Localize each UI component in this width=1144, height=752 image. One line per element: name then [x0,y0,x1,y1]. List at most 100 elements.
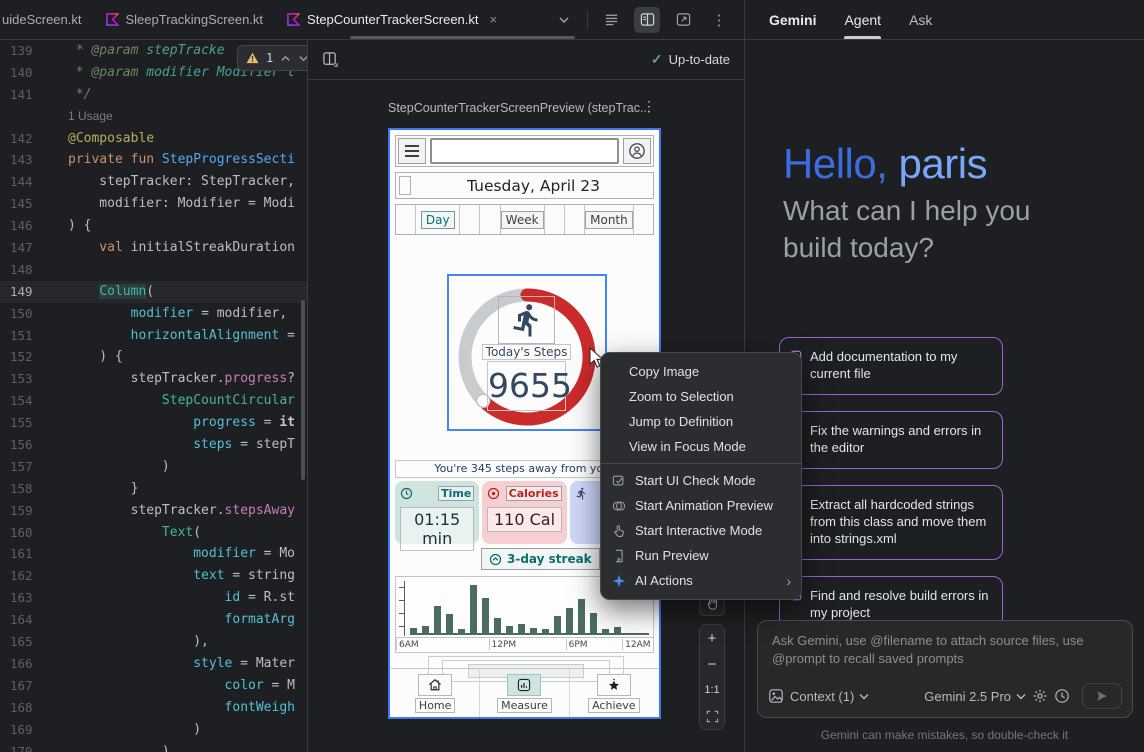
zoom-reset-button[interactable]: 1:1 [700,677,724,703]
menu-item-zoom-to-selection[interactable]: Zoom to Selection [601,384,801,409]
gemini-input-box[interactable]: Ask Gemini, use @filename to attach sour… [757,620,1133,718]
code-line[interactable]: 151 horizontalAlignment = [0,325,307,347]
code-line[interactable]: 162 text = string [0,565,307,587]
line-content: @Composable [42,128,154,150]
code-line[interactable]: 148 [0,259,307,281]
code-line[interactable]: 143private fun StepProgressSecti [0,149,307,171]
editor-tab[interactable]: SleepTrackingScreen.kt [94,0,276,39]
nav-item-achieve[interactable]: Achieve [569,669,658,717]
editor-scrollbar-thumb[interactable] [301,300,305,480]
achieve-icon-box [597,674,631,696]
metric-card-time[interactable]: Time01:15 min [395,481,479,544]
nav-item-measure[interactable]: Measure [479,669,568,717]
preview-options-icon[interactable]: ⋮ [642,98,656,115]
preview-title[interactable]: StepCounterTrackerScreenPreview (stepTra… [388,101,648,115]
close-tab-icon[interactable]: × [490,12,498,27]
code-line[interactable]: 155 progress = it [0,412,307,434]
code-line[interactable]: 152 ) { [0,346,307,368]
zoom-in-button[interactable]: + [700,625,724,651]
code-editor[interactable]: 139 * @param stepTracke140 * @param modi… [0,40,307,752]
search-input[interactable] [430,138,619,164]
tab-scrollbar-thumb[interactable] [350,36,575,39]
line-number: 161 [0,543,42,565]
metric-card-calories[interactable]: Calories110 Cal [482,481,566,544]
menu-item-ai-actions[interactable]: AI Actions› [601,568,801,593]
editor-only-view-icon[interactable] [598,7,624,33]
steps-value[interactable]: 9655 [487,361,566,411]
split-editor-preview-view-icon[interactable] [634,7,660,33]
code-line[interactable]: 163 id = R.st [0,587,307,609]
code-line[interactable]: 168 fontWeigh [0,697,307,719]
period-tab-day[interactable]: Day [415,205,459,234]
code-line[interactable]: 157 ) [0,456,307,478]
x-axis-label: 12AM [622,639,652,650]
code-line[interactable]: 146) { [0,215,307,237]
code-line[interactable]: 149 Column( [0,281,307,303]
code-line[interactable]: 161 modifier = Mo [0,543,307,565]
code-line[interactable]: 169 ) [0,719,307,741]
line-number: 170 [0,741,42,752]
send-button[interactable] [1082,683,1122,709]
menu-item-start-interactive-mode[interactable]: Start Interactive Mode [601,518,801,543]
gemini-suggestion-chip[interactable]: Add documentation to my current file [779,337,1003,395]
date-header[interactable]: Tuesday, April 23 [395,172,654,199]
gemini-suggestion-chip[interactable]: Fix the warnings and errors in the edito… [779,411,1003,469]
history-clock-icon[interactable] [1054,688,1070,704]
attach-image-icon[interactable] [768,688,784,704]
code-line[interactable]: 160 Text( [0,522,307,544]
period-tab-spacer [479,205,499,234]
settings-gear-icon[interactable] [1032,688,1048,704]
period-tab-month[interactable]: Month [584,205,633,234]
code-line[interactable]: 156 steps = stepT [0,434,307,456]
code-line[interactable]: 167 color = M [0,675,307,697]
preview-layout-icon[interactable] [322,51,339,68]
code-line[interactable]: 166 style = Mater [0,653,307,675]
streak-badge[interactable]: 3-day streak [481,548,600,570]
menu-item-start-ui-check-mode[interactable]: Start UI Check Mode [601,468,801,493]
running-person-icon[interactable] [498,296,555,344]
code-line[interactable]: 145 modifier: Modifier = Modi [0,193,307,215]
app-top-bar[interactable] [395,135,654,167]
nav-item-home[interactable]: Home [391,669,479,717]
code-line[interactable]: 141 */ [0,84,307,106]
code-line[interactable]: 150 modifier = modifier, [0,303,307,325]
code-line[interactable]: 158 } [0,478,307,500]
code-line[interactable]: 147 val initialStreakDuration [0,237,307,259]
code-line[interactable]: 164 formatArg [0,609,307,631]
next-issue-icon[interactable] [298,54,307,63]
gemini-tab-agent[interactable]: Agent [844,0,881,39]
profile-icon[interactable] [623,138,651,164]
menu-item-run-preview[interactable]: Run Preview [601,543,801,568]
code-line[interactable]: 144 stepTracker: StepTracker, [0,171,307,193]
code-line[interactable]: 154 StepCountCircular [0,390,307,412]
steps-label[interactable]: Today's Steps [482,344,571,360]
gemini-suggestion-chip[interactable]: Extract all hardcoded strings from this … [779,485,1003,560]
usage-hint[interactable]: 1 Usage [0,106,307,128]
previous-issue-icon[interactable] [280,54,291,63]
context-selector[interactable]: Context (1) [790,689,869,704]
preview-only-view-icon[interactable] [670,7,696,33]
menu-item-view-in-focus-mode[interactable]: View in Focus Mode [601,434,801,459]
zoom-to-fit-button[interactable] [700,703,724,729]
menu-item-copy-image[interactable]: Copy Image [601,359,801,384]
code-line[interactable]: 170 ) [0,741,307,752]
code-line[interactable]: 142@Composable [0,128,307,150]
period-tabs[interactable]: Day Week Month [395,204,654,235]
period-tab-week[interactable]: Week [500,205,544,234]
zoom-out-button[interactable]: − [700,651,724,677]
code-line[interactable]: 153 stepTracker.progress? [0,368,307,390]
inspection-widget[interactable]: 1 [237,45,307,71]
code-line[interactable]: 165 ), [0,631,307,653]
menu-item-jump-to-definition[interactable]: Jump to Definition [601,409,801,434]
line-content: Text( [42,522,201,544]
editor-more-options-icon[interactable]: ⋮ [706,7,732,33]
editor-tab[interactable]: uideScreen.kt [0,0,94,39]
chart-bar [494,618,501,633]
gemini-tab-ask[interactable]: Ask [909,0,932,39]
model-selector[interactable]: Gemini 2.5 Pro [924,689,1026,704]
menu-item-start-animation-preview[interactable]: Start Animation Preview [601,493,801,518]
editor-tab[interactable]: StepCounterTrackerScreen.kt× [275,0,509,39]
hamburger-menu-icon[interactable] [398,138,426,164]
tab-list-chevron-down-icon[interactable] [551,7,577,33]
code-line[interactable]: 159 stepTracker.stepsAway [0,500,307,522]
